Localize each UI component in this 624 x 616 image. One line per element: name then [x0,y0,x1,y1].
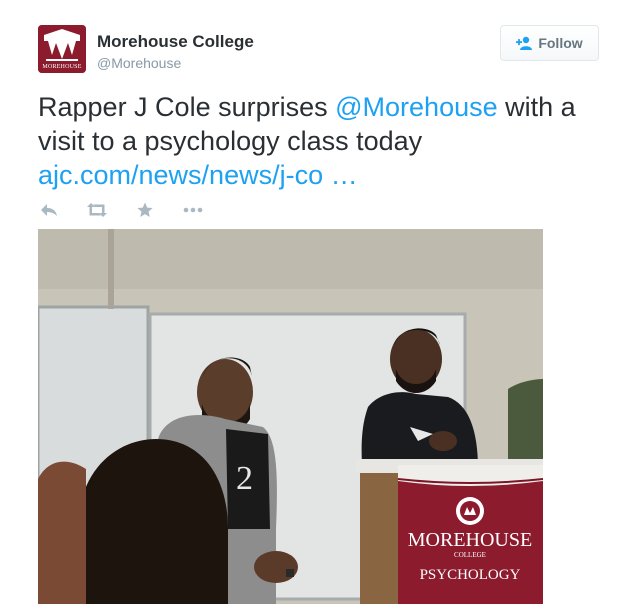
tweet-actions [38,199,230,221]
more-icon [183,207,203,213]
tweet-text-part-1: Rapper J Cole surprises [38,92,336,122]
retweet-icon [87,203,107,217]
podium-logo-text: MOREHOUSE [408,529,532,551]
podium-banner-text: PSYCHOLOGY [420,567,521,583]
shirt-logo: 2 [236,460,253,497]
tweet-text: Rapper J Cole surprises @Morehouse with … [38,90,608,192]
retweet-button[interactable] [86,199,108,221]
favorite-button[interactable] [134,199,156,221]
tweet-card: MOREHOUSE Morehouse College @Morehouse F… [0,0,624,616]
reply-button[interactable] [38,199,60,221]
avatar[interactable]: MOREHOUSE [38,25,86,73]
reply-icon [41,204,57,216]
star-icon [137,202,153,217]
podium-logo-sub: COLLEGE [454,551,486,559]
more-button[interactable] [182,199,204,221]
follow-button-label: Follow [538,35,583,51]
mention-link[interactable]: @Morehouse [335,92,498,122]
user-handle[interactable]: @Morehouse [97,55,181,71]
user-name[interactable]: Morehouse College [97,32,254,52]
follow-button[interactable]: Follow [500,25,599,61]
add-user-icon [516,36,533,50]
classroom-photo: 2 MOREHOUSE COLLEGE PSYCHOLOGY [38,229,543,604]
article-link[interactable]: ajc.com/news/news/j-co … [38,160,358,190]
tweet-photo[interactable]: 2 MOREHOUSE COLLEGE PSYCHOLOGY [38,229,543,604]
avatar-wordmark: MOREHOUSE [42,64,82,70]
